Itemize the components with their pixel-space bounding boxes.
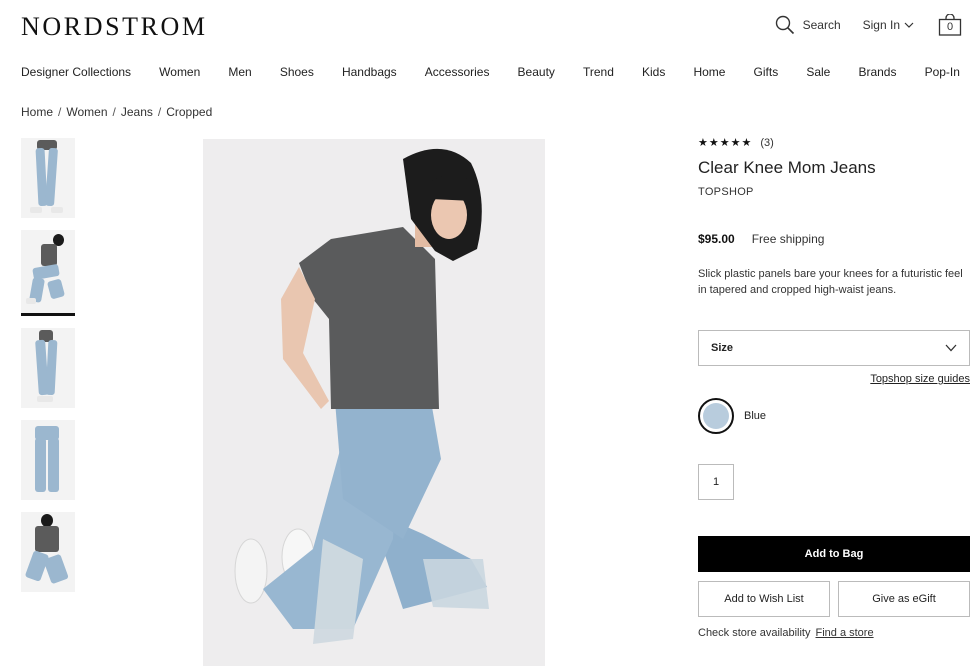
breadcrumb-home[interactable]: Home bbox=[21, 105, 53, 119]
main-nav: Designer Collections Women Men Shoes Han… bbox=[21, 65, 960, 79]
nav-item-home[interactable]: Home bbox=[693, 65, 725, 79]
quantity-input[interactable]: 1 bbox=[698, 464, 734, 500]
secondary-actions: Add to Wish List Give as eGift bbox=[698, 581, 970, 617]
breadcrumb: Home / Women / Jeans / Cropped bbox=[21, 105, 212, 119]
size-guide-link[interactable]: Topshop size guides bbox=[698, 373, 970, 385]
model-photo bbox=[203, 139, 545, 666]
color-swatch-blue[interactable] bbox=[698, 398, 734, 434]
product-title: Clear Knee Mom Jeans bbox=[698, 158, 876, 177]
breadcrumb-separator: / bbox=[157, 105, 162, 119]
product-thumbnail-1[interactable] bbox=[21, 138, 75, 218]
color-selector: Blue bbox=[698, 398, 970, 434]
product-thumbnail-2[interactable] bbox=[21, 230, 75, 316]
nav-item-brands[interactable]: Brands bbox=[858, 65, 896, 79]
give-egift-button[interactable]: Give as eGift bbox=[838, 581, 970, 617]
size-select[interactable]: Size bbox=[698, 330, 970, 366]
search-label: Search bbox=[802, 18, 841, 32]
search-button[interactable]: Search bbox=[775, 15, 841, 35]
sign-in-label: Sign In bbox=[862, 18, 900, 32]
sign-in-button[interactable]: Sign In bbox=[863, 18, 914, 32]
size-select-label: Size bbox=[711, 342, 734, 354]
product-thumbnail-4[interactable] bbox=[21, 420, 75, 500]
store-availability-label: Check store availability bbox=[698, 627, 811, 639]
store-availability: Check store availability Find a store bbox=[698, 627, 970, 639]
nav-item-beauty[interactable]: Beauty bbox=[518, 65, 555, 79]
shopping-bag-button[interactable]: 0 bbox=[938, 13, 962, 36]
product-price: $95.00 bbox=[698, 232, 735, 246]
thumbnail-list bbox=[21, 138, 77, 604]
add-to-wishlist-button[interactable]: Add to Wish List bbox=[698, 581, 830, 617]
product-brand[interactable]: TOPSHOP bbox=[698, 186, 970, 198]
breadcrumb-separator: / bbox=[58, 105, 62, 119]
nav-item-gifts[interactable]: Gifts bbox=[754, 65, 779, 79]
nav-item-trend[interactable]: Trend bbox=[583, 65, 614, 79]
breadcrumb-jeans[interactable]: Jeans bbox=[121, 105, 153, 119]
chevron-down-icon bbox=[904, 22, 914, 28]
add-to-bag-button[interactable]: Add to Bag bbox=[698, 536, 970, 572]
breadcrumb-women[interactable]: Women bbox=[66, 105, 107, 119]
product-details: ★★★★★ (3) Clear Knee Mom Jeans TOPSHOP $… bbox=[698, 136, 970, 639]
breadcrumb-cropped[interactable]: Cropped bbox=[166, 105, 212, 119]
nav-item-accessories[interactable]: Accessories bbox=[425, 65, 490, 79]
review-count: (3) bbox=[760, 136, 774, 149]
nav-item-women[interactable]: Women bbox=[159, 65, 200, 79]
nav-item-shoes[interactable]: Shoes bbox=[280, 65, 314, 79]
rating-stars: ★★★★★ bbox=[698, 137, 753, 149]
nav-item-designer-collections[interactable]: Designer Collections bbox=[21, 65, 131, 79]
nav-item-kids[interactable]: Kids bbox=[642, 65, 665, 79]
nav-item-sale[interactable]: Sale bbox=[806, 65, 830, 79]
product-description: Slick plastic panels bare your knees for… bbox=[698, 268, 963, 296]
search-icon bbox=[775, 15, 794, 35]
color-name: Blue bbox=[744, 410, 767, 422]
nav-item-handbags[interactable]: Handbags bbox=[342, 65, 397, 79]
header-actions: Search Sign In 0 bbox=[775, 13, 962, 36]
breadcrumb-separator: / bbox=[112, 105, 116, 119]
product-thumbnail-3[interactable] bbox=[21, 328, 75, 408]
chevron-down-icon bbox=[945, 344, 957, 352]
price-row: $95.00 Free shipping bbox=[698, 232, 970, 246]
product-main-image[interactable] bbox=[203, 139, 545, 666]
nav-item-pop-in[interactable]: Pop-In bbox=[925, 65, 960, 79]
product-thumbnail-5[interactable] bbox=[21, 512, 75, 592]
product-rating[interactable]: ★★★★★ (3) bbox=[698, 136, 970, 150]
bag-count: 0 bbox=[946, 21, 954, 33]
nordstrom-logo[interactable]: NORDSTROM bbox=[21, 12, 208, 42]
shipping-info: Free shipping bbox=[751, 232, 825, 246]
find-store-link[interactable]: Find a store bbox=[816, 627, 874, 639]
nav-item-men[interactable]: Men bbox=[228, 65, 251, 79]
